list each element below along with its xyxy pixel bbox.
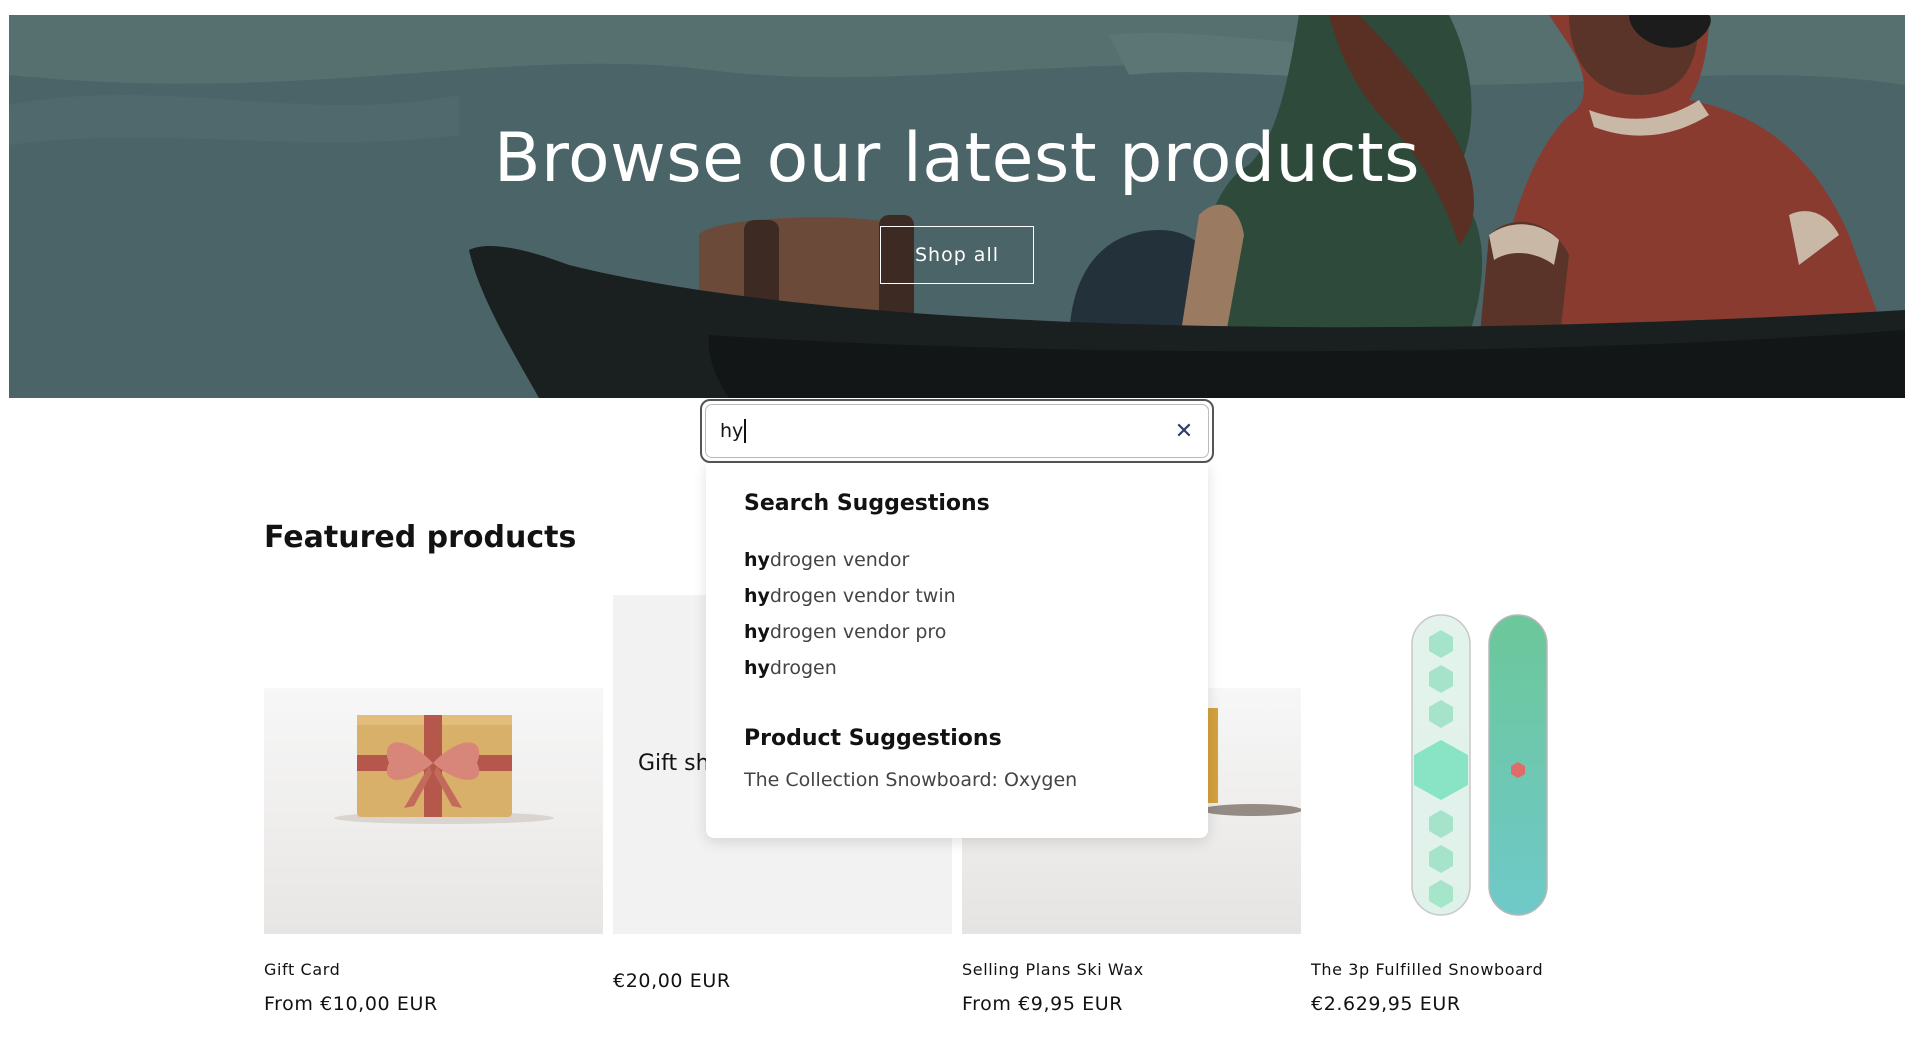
predictive-search-dropdown: Search Suggestions hydrogen vendor hydro…: [706, 463, 1208, 838]
featured-products-title: Featured products: [264, 520, 577, 555]
product-image-text: Gift sh: [638, 751, 710, 776]
product-suggestions-heading: Product Suggestions: [744, 726, 1002, 751]
snowboard-image: [1411, 614, 1548, 916]
suggestion-rest: drogen vendor: [769, 549, 910, 571]
suggestion-rest: drogen vendor pro: [769, 621, 947, 643]
product-price: From €10,00 EUR: [264, 993, 438, 1015]
text-caret: [744, 419, 746, 443]
hero-title: Browse our latest products: [493, 119, 1421, 198]
product-suggestion-item[interactable]: The Collection Snowboard: Oxygen: [744, 769, 1170, 791]
search-input[interactable]: hy: [720, 419, 1174, 443]
search-field-container[interactable]: hy ✕: [705, 404, 1209, 458]
search-suggestion-item[interactable]: hydrogen vendor pro: [744, 614, 1170, 650]
product-name[interactable]: The 3p Fulfilled Snowboard: [1311, 960, 1650, 979]
suggestion-match: hy: [744, 621, 770, 643]
search-suggestions-list: hydrogen vendor hydrogen vendor twin hyd…: [744, 542, 1170, 686]
search-suggestion-item[interactable]: hydrogen vendor twin: [744, 578, 1170, 614]
search-suggestion-item[interactable]: hydrogen: [744, 650, 1170, 686]
search-suggestions-heading: Search Suggestions: [744, 491, 990, 516]
product-price: €2.629,95 EUR: [1311, 993, 1461, 1015]
product-image[interactable]: [264, 688, 603, 934]
product-name[interactable]: Selling Plans Ski Wax: [962, 960, 1301, 979]
product-price: From €9,95 EUR: [962, 993, 1124, 1015]
product-card-3p-fulfilled-snowboard[interactable]: The 3p Fulfilled Snowboard €2.629,95 EUR: [1311, 595, 1650, 1015]
search-suggestion-item[interactable]: hydrogen vendor: [744, 542, 1170, 578]
suggestion-match: hy: [744, 585, 770, 607]
product-price: €20,00 EUR: [613, 970, 731, 992]
hero-illustration: [9, 15, 1905, 398]
close-icon[interactable]: ✕: [1174, 418, 1194, 443]
suggestion-rest: drogen vendor twin: [769, 585, 956, 607]
shop-all-button[interactable]: Shop all: [880, 226, 1034, 284]
product-name[interactable]: Gift Card: [264, 960, 603, 979]
product-card-gift-card[interactable]: Gift Card From €10,00 EUR: [264, 688, 603, 1015]
suggestion-match: hy: [744, 657, 770, 679]
gift-box-icon: [334, 715, 554, 824]
hero-banner: Browse our latest products Shop all: [9, 15, 1905, 398]
search-input-value: hy: [720, 420, 744, 442]
search-box[interactable]: hy ✕: [700, 399, 1214, 463]
product-image[interactable]: [1311, 595, 1650, 934]
suggestion-rest: drogen: [769, 657, 837, 679]
suggestion-match: hy: [744, 549, 770, 571]
